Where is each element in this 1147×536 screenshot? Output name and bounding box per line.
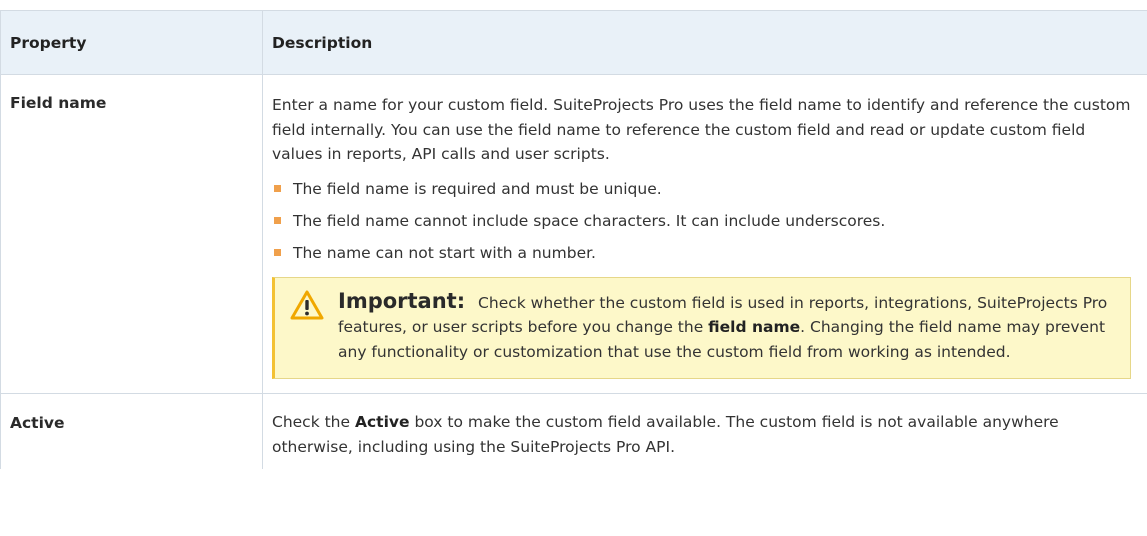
property-description: Enter a name for your custom field. Suit… (263, 75, 1147, 393)
table-row: Field name Enter a name for your custom … (1, 75, 1147, 394)
bullet-icon (274, 248, 281, 256)
table-row: Active Check the Active box to make the … (1, 394, 1147, 469)
desc-bold-term: Active (354, 413, 410, 431)
property-name: Active (1, 394, 263, 469)
property-name: Field name (1, 75, 263, 393)
rules-list: The field name is required and must be u… (272, 177, 1131, 265)
list-item: The name can not start with a number. (272, 241, 1131, 265)
header-property: Property (1, 11, 263, 74)
bullet-icon (274, 216, 281, 224)
list-item-text: The field name cannot include space char… (293, 211, 886, 230)
properties-table: Property Description Field name Enter a … (0, 10, 1147, 469)
list-item: The field name cannot include space char… (272, 209, 1131, 233)
important-note: Important: Check whether the custom fiel… (272, 276, 1131, 379)
note-bold-term: field name (708, 318, 801, 336)
header-description: Description (272, 33, 373, 52)
list-item: The field name is required and must be u… (272, 177, 1131, 201)
list-item-text: The name can not start with a number. (293, 243, 596, 262)
bullet-icon (274, 184, 281, 192)
desc-text-before: Check the (272, 413, 351, 431)
description-paragraph: Check the Active box to make the custom … (272, 410, 1131, 459)
description-paragraph: Enter a name for your custom field. Suit… (272, 96, 1131, 163)
table-header-row: Property Description (1, 11, 1147, 75)
warning-triangle-icon (290, 290, 324, 319)
note-title: Important: (338, 288, 466, 313)
list-item-text: The field name is required and must be u… (293, 179, 662, 198)
note-text: Important: Check whether the custom fiel… (338, 289, 1116, 365)
property-description: Check the Active box to make the custom … (263, 394, 1147, 469)
